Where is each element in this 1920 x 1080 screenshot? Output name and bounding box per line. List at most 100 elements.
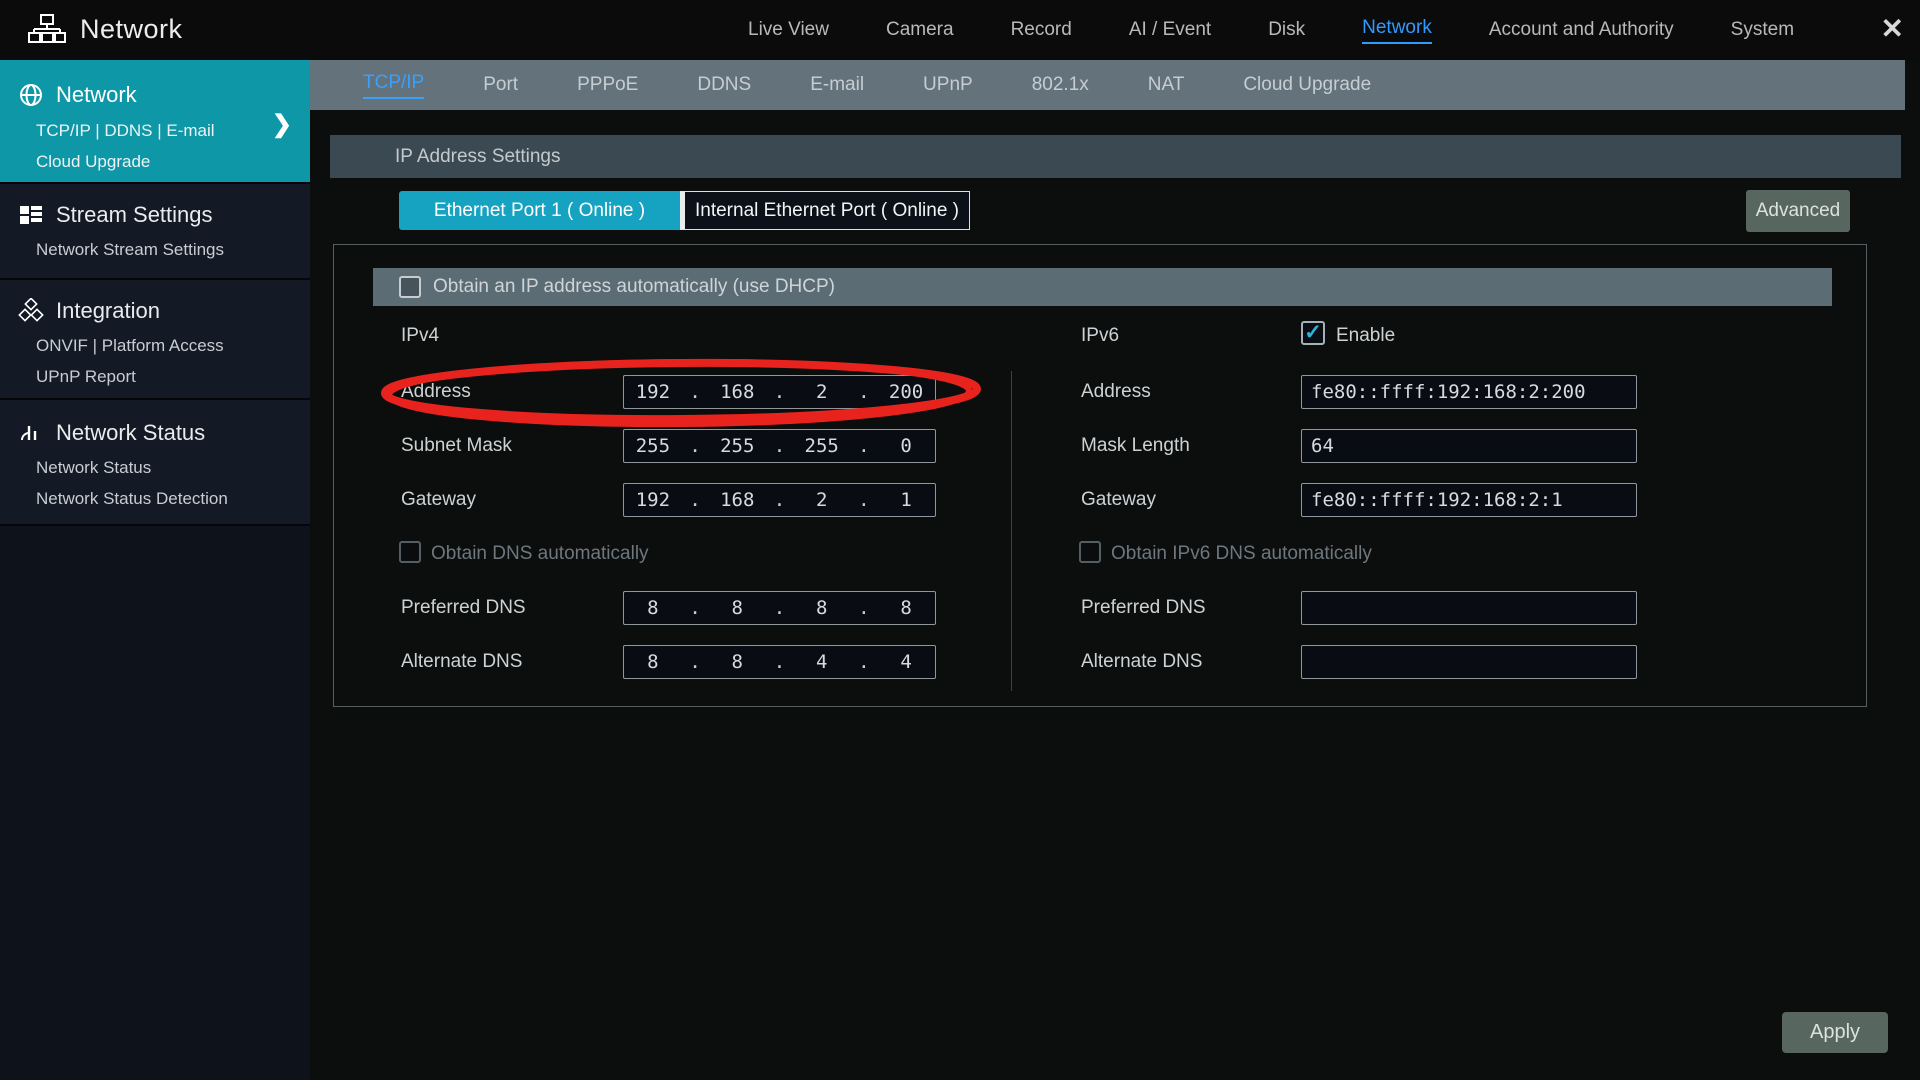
octet-2[interactable]: 168 [708,489,766,511]
ipv6-dns-auto-checkbox[interactable] [1079,541,1101,563]
octet-3[interactable]: 255 [793,435,851,457]
sidebar-sub-upnp-report[interactable]: UPnP Report [0,367,310,387]
octet-4[interactable]: 8 [877,597,935,619]
tab-port[interactable]: Port [483,74,518,96]
cubes-icon [18,298,44,324]
sidebar-sub-onvif-platform[interactable]: ONVIF | Platform Access [0,336,310,356]
globe-icon [18,82,44,108]
ipv6-dns-auto-label: Obtain IPv6 DNS automatically [1111,543,1372,565]
octet-4[interactable]: 4 [877,651,935,673]
octet-2[interactable]: 8 [708,651,766,673]
octet-dot: . [851,489,878,511]
sidebar-item-title: Stream Settings [56,202,213,228]
ipv4-dns-auto-label: Obtain DNS automatically [431,543,649,565]
sidebar-item-network[interactable]: Network TCP/IP | DDNS | E-mail Cloud Upg… [0,60,310,184]
ipv4-subnet-field[interactable]: 255.255.255.0 [623,429,936,463]
column-divider [1011,371,1012,691]
apply-button[interactable]: Apply [1782,1012,1888,1053]
ipv6-gateway-label: Gateway [1081,489,1156,511]
tab-upnp[interactable]: UPnP [923,74,973,96]
ipv4-alternate-dns-field[interactable]: 8.8.4.4 [623,645,936,679]
nav-network[interactable]: Network [1362,17,1432,44]
nav-live-view[interactable]: Live View [748,19,829,41]
network-tab-bar: TCP/IP Port PPPoE DDNS E-mail UPnP 802.1… [310,60,1905,110]
octet-dot: . [851,597,878,619]
octet-dot: . [766,651,793,673]
ipv4-preferred-dns-label: Preferred DNS [401,597,526,619]
tab-8021x[interactable]: 802.1x [1032,74,1089,96]
ipv4-address-field[interactable]: 192.168.2.200 [623,375,936,409]
blocks-icon [18,202,44,228]
sidebar-sub-tcpip-ddns-email[interactable]: TCP/IP | DDNS | E-mail [0,121,310,141]
nav-system[interactable]: System [1731,19,1794,41]
tab-pppoe[interactable]: PPPoE [577,74,638,96]
dhcp-checkbox[interactable] [399,276,421,298]
tab-tcpip[interactable]: TCP/IP [363,72,424,99]
octet-1[interactable]: 255 [624,435,682,457]
tab-cloud-upgrade[interactable]: Cloud Upgrade [1243,74,1371,96]
ipv4-preferred-dns-field[interactable]: 8.8.8.8 [623,591,936,625]
octet-2[interactable]: 255 [708,435,766,457]
ipv6-preferred-dns-field[interactable] [1301,591,1637,625]
sidebar-item-title: Network [56,82,137,108]
section-title-ip-address-settings: IP Address Settings [330,135,1901,178]
sidebar-item-network-status[interactable]: Network Status Network Status Network St… [0,400,310,526]
nav-camera[interactable]: Camera [886,19,954,41]
sidebar: Network TCP/IP | DDNS | E-mail Cloud Upg… [0,60,310,1080]
sidebar-sub-network-status-detection[interactable]: Network Status Detection [0,489,310,509]
ipv6-mask-length-field[interactable]: 64 [1301,429,1637,463]
sidebar-sub-network-stream-settings[interactable]: Network Stream Settings [0,240,310,260]
octet-dot: . [682,381,709,403]
sidebar-sub-network-status[interactable]: Network Status [0,458,310,478]
ipv4-address-label: Address [401,381,471,403]
nav-ai-event[interactable]: AI / Event [1129,19,1211,41]
octet-3[interactable]: 8 [793,597,851,619]
ipv6-alternate-dns-field[interactable] [1301,645,1637,679]
nav-record[interactable]: Record [1011,19,1072,41]
ipv6-gateway-field[interactable]: fe80::ffff:192:168:2:1 [1301,483,1637,517]
octet-2[interactable]: 8 [708,597,766,619]
sidebar-item-integration[interactable]: Integration ONVIF | Platform Access UPnP… [0,280,310,400]
octet-dot: . [766,597,793,619]
octet-3[interactable]: 2 [793,489,851,511]
advanced-button[interactable]: Advanced [1746,190,1850,232]
check-icon: ✓ [1304,320,1322,345]
ipv4-gateway-field[interactable]: 192.168.2.1 [623,483,936,517]
octet-1[interactable]: 192 [624,489,682,511]
octet-1[interactable]: 192 [624,381,682,403]
top-nav: Live View Camera Record AI / Event Disk … [748,0,1794,60]
tab-ddns[interactable]: DDNS [697,74,751,96]
octet-4[interactable]: 0 [877,435,935,457]
sidebar-sub-cloud-upgrade[interactable]: Cloud Upgrade [0,152,310,172]
octet-4[interactable]: 1 [877,489,935,511]
octet-dot: . [766,381,793,403]
close-icon[interactable]: ✕ [1881,13,1904,45]
nav-disk[interactable]: Disk [1268,19,1305,41]
octet-dot: . [766,489,793,511]
ipv6-mask-length-label: Mask Length [1081,435,1190,457]
tab-email[interactable]: E-mail [810,74,864,96]
tab-nat[interactable]: NAT [1148,74,1185,96]
ipv6-enable-checkbox[interactable]: ✓ [1301,321,1325,345]
octet-dot: . [851,435,878,457]
ipv6-alternate-dns-label: Alternate DNS [1081,651,1202,673]
port-tab-ethernet-1[interactable]: Ethernet Port 1 ( Online ) [399,191,680,230]
sidebar-item-stream-settings[interactable]: Stream Settings Network Stream Settings [0,184,310,280]
octet-dot: . [682,651,709,673]
octet-dot: . [682,435,709,457]
port-tab-internal-ethernet[interactable]: Internal Ethernet Port ( Online ) [680,191,970,230]
octet-dot: . [682,489,709,511]
ipv6-preferred-dns-label: Preferred DNS [1081,597,1206,619]
nav-account-authority[interactable]: Account and Authority [1489,19,1674,41]
ipv4-group-label: IPv4 [401,325,439,347]
octet-3[interactable]: 2 [793,381,851,403]
octet-2[interactable]: 168 [708,381,766,403]
octet-1[interactable]: 8 [624,597,682,619]
octet-1[interactable]: 8 [624,651,682,673]
octet-3[interactable]: 4 [793,651,851,673]
octet-dot: . [851,651,878,673]
octet-4[interactable]: 200 [877,381,935,403]
ipv4-dns-auto-checkbox[interactable] [399,541,421,563]
ipv4-alternate-dns-label: Alternate DNS [401,651,522,673]
ipv6-address-field[interactable]: fe80::ffff:192:168:2:200 [1301,375,1637,409]
